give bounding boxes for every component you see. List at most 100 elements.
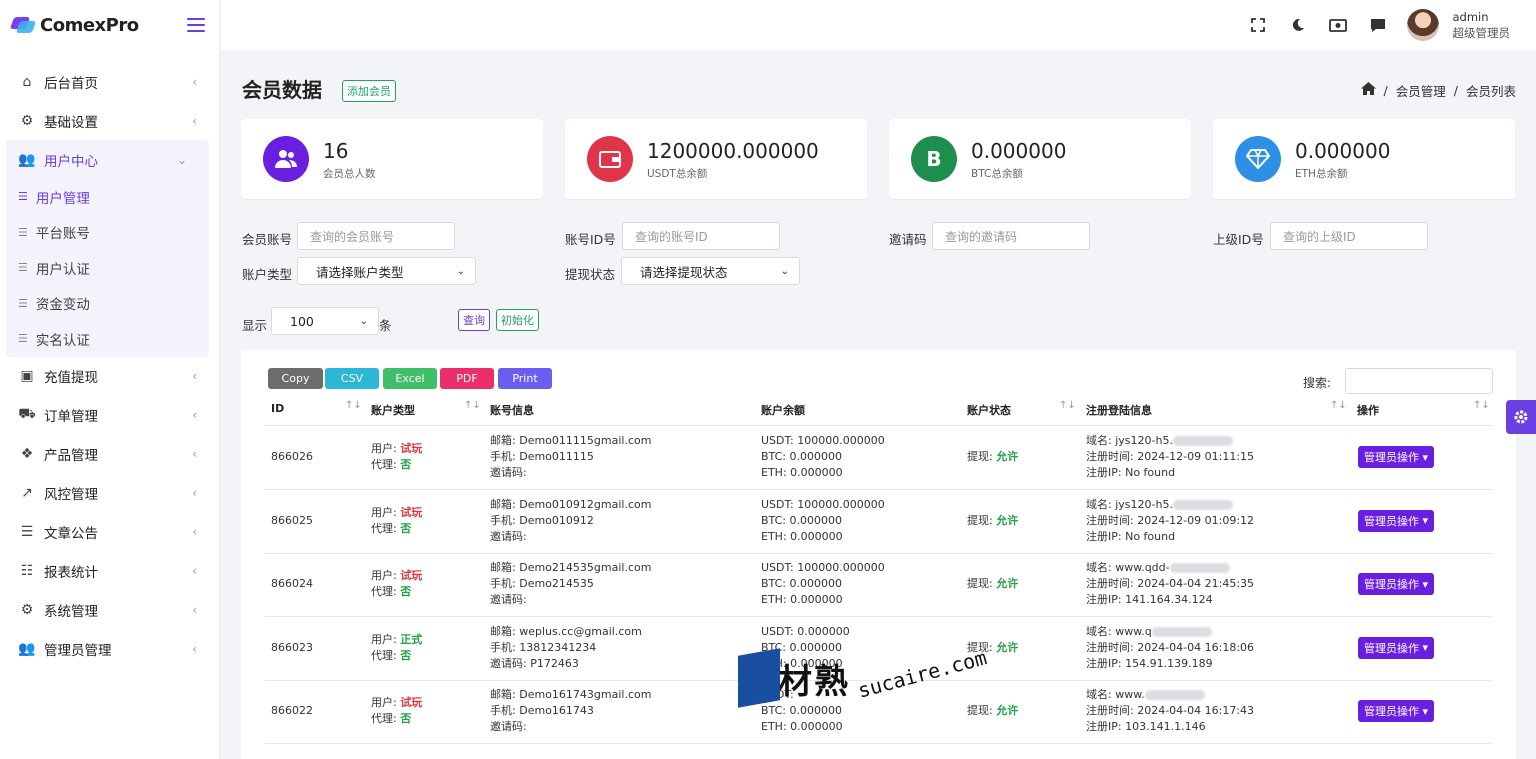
cell-status: 提现: 允许 (967, 577, 1019, 590)
chevron-left-icon: ‹ (192, 603, 197, 617)
sidebar-item-8[interactable]: ☷ 报表统计 ‹ (0, 552, 219, 591)
chevron-left-icon: ‹ (192, 525, 197, 539)
user-block[interactable]: admin 超级管理员 (1453, 9, 1511, 41)
col-balance[interactable]: 账户余额 (761, 402, 805, 418)
print-button[interactable]: Print (498, 368, 552, 389)
caret-down-icon: ▾ (1422, 577, 1429, 591)
withdraw-status-label: 提现状态 (565, 267, 616, 282)
sidebar-subitem-3[interactable]: ☰ 资金变动 (6, 286, 209, 322)
show-unit: 条 (379, 318, 392, 333)
id-label: 账号ID号 (565, 232, 616, 247)
logo[interactable]: ComexPro (9, 15, 139, 36)
col-account-info[interactable]: 账号信息 (490, 402, 534, 418)
sidebar-item-label: 基础设置 (44, 114, 98, 131)
col-id[interactable]: ID (271, 402, 284, 415)
sort-icon[interactable]: ↑↓ (464, 400, 481, 411)
moon-icon[interactable] (1289, 16, 1307, 34)
sidebar-item-5[interactable]: ❖ 产品管理 ‹ (0, 435, 219, 474)
cell-id: 866026 (271, 450, 313, 463)
sidebar-group-2: 👥 用户中心 ⌄ ☰ 用户管理 ☰ 平台账号 ☰ 用户认证 ☰ 资金变动 ☰ 实名认证 (6, 140, 209, 357)
cell-id: 866022 (271, 704, 313, 717)
sidebar-item-3[interactable]: ▣ 充值提现 ‹ (0, 357, 219, 396)
chevron-left-icon: ‹ (192, 74, 197, 89)
sidebar-subitem-4[interactable]: ☰ 实名认证 (6, 321, 209, 357)
invite-input[interactable]: 查询的邀请码 (932, 222, 1090, 250)
sort-icon[interactable]: ↑↓ (1330, 400, 1347, 411)
add-member-button[interactable]: 添加会员 (342, 80, 396, 102)
cell-balance: USDT: 100000.000000 BTC: 0.000000 ETH: 0.0… (761, 434, 885, 479)
list-icon: ☰ (18, 332, 28, 346)
menu-toggle-icon[interactable] (187, 18, 205, 32)
sidebar-item-label: 产品管理 (44, 448, 98, 464)
search-input[interactable] (1345, 368, 1493, 394)
cell-balance: USDT: 100000.000000 BTC: 0.000000 ETH: 0.0… (761, 497, 885, 543)
sort-icon[interactable]: ↑↓ (1473, 400, 1490, 411)
page-size-select[interactable]: 100 ⌄ (271, 307, 379, 335)
gear-icon: ⚙ (20, 602, 34, 618)
parent-id-input[interactable]: 查询的上级ID (1270, 222, 1428, 250)
pdf-button[interactable]: PDF (440, 368, 494, 389)
account-label: 会员账号 (242, 232, 293, 247)
sidebar-item-10[interactable]: 👥 管理员管理 ‹ (0, 630, 219, 669)
cell-id: 866025 (271, 513, 313, 527)
admin-action-button[interactable]: 管理员操作 ▾ (1358, 573, 1434, 595)
page-title: 会员数据 (242, 78, 322, 102)
cell-register: 域名: www.q 注册时间: 2024-04-04 16:18:06 注册IP: … (1086, 624, 1255, 670)
cart-icon: ⛟ (18, 406, 36, 422)
admin-action-button[interactable]: 管理员操作 ▾ (1358, 446, 1434, 468)
sidebar-item-4[interactable]: ⛟ 订单管理 ‹ (0, 396, 219, 435)
settings-gear-icon[interactable] (1506, 400, 1536, 434)
caret-down-icon: ▾ (1422, 450, 1429, 464)
home-icon[interactable] (1360, 82, 1376, 99)
sort-icon[interactable]: ↑↓ (345, 400, 362, 411)
query-button[interactable]: 查询 (458, 309, 490, 331)
withdraw-status-select[interactable]: 请选择提现状态 ⌄ (621, 257, 800, 285)
col-account-type[interactable]: 账户类型 (371, 402, 415, 418)
bitcoin-icon: B (911, 136, 957, 182)
id-input[interactable]: 查询的账号ID (622, 222, 780, 250)
user-group-icon: 👥 (18, 641, 36, 657)
stat-value: 0.000000 (971, 139, 1067, 163)
show-label: 显示 (242, 318, 268, 333)
avatar[interactable] (1406, 9, 1439, 41)
money-icon[interactable] (1328, 16, 1347, 34)
breadcrumb-item[interactable]: 会员管理 (1396, 81, 1446, 100)
sidebar-item-7[interactable]: ☰ 文章公告 ‹ (0, 513, 219, 552)
admin-action-button[interactable]: 管理员操作 ▾ (1358, 636, 1434, 659)
cell-type: 用户: 试玩 代理: 否 (371, 569, 423, 598)
admin-action-button[interactable]: 管理员操作 ▾ (1358, 509, 1434, 532)
copy-button[interactable]: Copy (268, 368, 323, 389)
stat-value: 1200000.000000 (647, 139, 819, 163)
admin-action-button[interactable]: 管理员操作 ▾ (1358, 700, 1434, 722)
sidebar-item-0[interactable]: ⌂ 后台首页 ‹ (0, 62, 219, 101)
chat-icon[interactable] (1369, 16, 1387, 34)
col-register-info[interactable]: 注册登陆信息 (1086, 402, 1152, 418)
stat-card-btc: B 0.000000 BTC总余额 (889, 119, 1191, 199)
sidebar-subitem-1[interactable]: ☰ 平台账号 (6, 215, 209, 251)
cell-type: 用户: 正式 代理: 否 (371, 632, 423, 662)
sort-icon[interactable]: ↑↓ (1059, 400, 1076, 411)
cell-balance: USDT: BTC: 0.000000 ETH: 0.000000 (761, 688, 843, 733)
account-type-select[interactable]: 请选择账户类型 ⌄ (297, 257, 476, 285)
fullscreen-icon[interactable] (1249, 16, 1267, 34)
cell-register: 域名: www. 注册时间: 2024-04-04 16:17:43 注册IP: 1… (1086, 688, 1255, 733)
reset-button[interactable]: 初始化 (496, 309, 539, 331)
sidebar-subitem-2[interactable]: ☰ 用户认证 (6, 250, 209, 286)
layers-icon: ☰ (20, 524, 34, 540)
col-status[interactable]: 账户状态 (967, 402, 1011, 418)
stat-label: ETH总余额 (1295, 168, 1348, 180)
sidebar-item-2[interactable]: 👥 用户中心 ⌄ (6, 140, 209, 179)
col-actions[interactable]: 操作 (1357, 402, 1379, 418)
csv-button[interactable]: CSV (325, 368, 379, 389)
search-label: 搜索: (1303, 376, 1332, 390)
account-input[interactable]: 查询的会员账号 (297, 222, 455, 250)
diamond-icon (1235, 136, 1281, 182)
excel-button[interactable]: Excel (383, 368, 437, 389)
cell-account: 邮箱: Demo010912gmail.com 手机: Demo010912 邀请码… (490, 497, 652, 543)
cell-account: 邮箱: Demo214535gmail.com 手机: Demo214535 邀请码… (490, 561, 652, 606)
sidebar-subitem-0[interactable]: ☰ 用户管理 (6, 179, 209, 215)
cubes-icon: ❖ (20, 446, 34, 462)
sidebar-item-6[interactable]: ↗ 风控管理 ‹ (0, 474, 219, 513)
sidebar-item-9[interactable]: ⚙ 系统管理 ‹ (0, 591, 219, 630)
sidebar-item-1[interactable]: ⚙ 基础设置 ‹ (0, 101, 219, 140)
